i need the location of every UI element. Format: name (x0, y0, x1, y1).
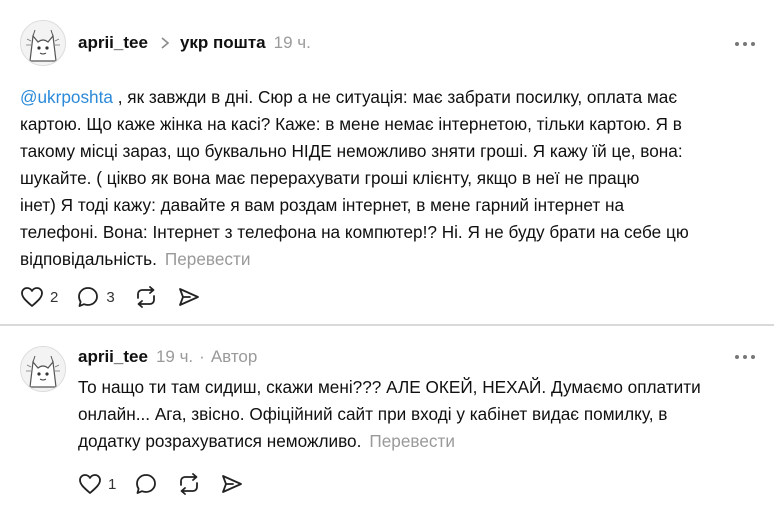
repost-button[interactable] (133, 285, 159, 309)
translate-link[interactable]: Перевести (369, 431, 455, 451)
translate-link[interactable]: Перевести (165, 249, 251, 269)
post-header: aprii_tee укр пошта 19 ч. (78, 31, 311, 55)
text-line: онлайн... Ага, звісно. Офіційний сайт пр… (78, 404, 668, 424)
like-count: 2 (50, 288, 59, 306)
like-button[interactable]: 1 (78, 473, 116, 495)
chevron-right-icon (160, 36, 174, 50)
repost-icon (133, 285, 159, 309)
text-line: картою. Що каже жінка на касі? Каже: в м… (20, 114, 682, 134)
like-button[interactable]: 2 (20, 286, 58, 308)
more-options-button[interactable] (734, 33, 756, 55)
text-line: шукайте. ( цікво як вона має перерахуват… (20, 168, 640, 188)
separator-dot: · (199, 347, 205, 366)
share-icon (177, 285, 201, 309)
text-line: інет) Я тоді кажу: давайте я вам роздам … (20, 195, 625, 215)
reply-button[interactable] (134, 472, 158, 496)
username[interactable]: aprii_tee (78, 345, 148, 369)
avatar-drawing (21, 21, 65, 65)
heart-icon (20, 286, 44, 308)
text-line: То нащо ти там сидиш, скажи мені??? АЛЕ … (78, 377, 701, 397)
text-line: телефоні. Вона: Інтернет з телефона на к… (20, 222, 689, 242)
more-options-button[interactable] (734, 346, 756, 368)
post-text: @ukrposhta , як завжди в дні. Сюр а не с… (20, 84, 760, 273)
comment-icon (134, 472, 158, 496)
comment-icon (76, 285, 100, 309)
author-badge: Автор (210, 347, 258, 366)
text-line: додатку розрахуватися неможливо. (78, 431, 362, 451)
thread-post: aprii_tee укр пошта 19 ч. @ukrposhta , я… (0, 0, 774, 324)
post-time: 19 ч. (273, 33, 311, 52)
reply-button[interactable]: 3 (76, 285, 115, 309)
like-count: 1 (108, 475, 117, 493)
post-header: aprii_tee 19 ч. · Автор (78, 345, 257, 369)
share-button[interactable] (177, 285, 201, 309)
text-line: такому місці зараз, що буквально НІДЕ не… (20, 141, 683, 161)
post-time: 19 ч. (155, 347, 194, 366)
avatar[interactable] (20, 20, 66, 66)
username[interactable]: aprii_tee (78, 31, 148, 55)
topic-tag[interactable]: укр пошта (180, 31, 266, 55)
reply-count: 3 (106, 288, 115, 306)
action-bar: 1 (78, 471, 262, 497)
share-button[interactable] (220, 472, 244, 496)
text-line: , як завжди в дні. Сюр а не ситуація: ма… (112, 87, 678, 107)
heart-icon (78, 473, 102, 495)
action-bar: 2 3 (20, 284, 219, 310)
text-line: відповідальність. (20, 249, 157, 269)
thread-reply-post: aprii_tee 19 ч. · Автор То нащо ти там с… (0, 326, 774, 528)
more-icon (734, 354, 756, 360)
mention-link[interactable]: @ukrposhta (20, 87, 113, 107)
avatar-drawing (21, 347, 65, 391)
repost-button[interactable] (176, 472, 202, 496)
more-icon (734, 41, 756, 47)
post-text: То нащо ти там сидиш, скажи мені??? АЛЕ … (78, 374, 758, 455)
repost-icon (176, 472, 202, 496)
avatar[interactable] (20, 346, 66, 392)
share-icon (220, 472, 244, 496)
